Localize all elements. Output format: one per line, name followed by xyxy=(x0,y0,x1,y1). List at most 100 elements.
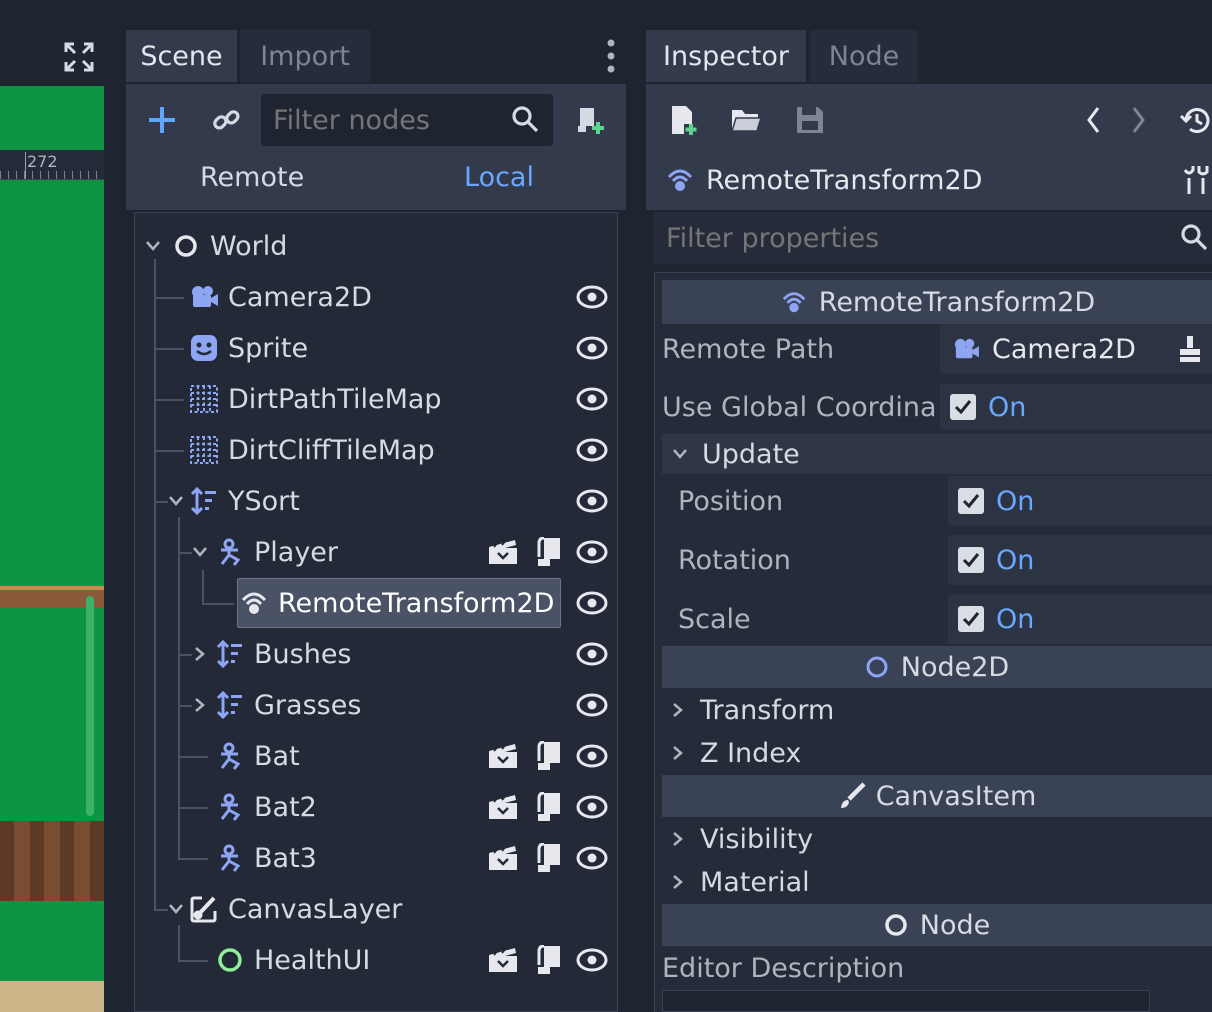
visibility-eye-icon[interactable] xyxy=(576,693,608,717)
dock-menu-icon[interactable] xyxy=(598,38,624,74)
tools-icon[interactable] xyxy=(1180,160,1212,200)
checkbox-state: On xyxy=(996,485,1035,517)
object-header: RemoteTransform2D xyxy=(664,160,1212,200)
open-scene-icon[interactable] xyxy=(488,539,518,565)
expand-chevron-icon[interactable] xyxy=(190,697,210,713)
visibility-eye-icon[interactable] xyxy=(576,285,608,309)
filter-nodes-field[interactable] xyxy=(261,94,553,146)
script-icon[interactable] xyxy=(536,843,562,873)
kinematic-body-icon xyxy=(214,842,246,874)
collapse-chevron-icon[interactable] xyxy=(166,903,186,915)
visibility-eye-icon[interactable] xyxy=(576,591,608,615)
remote-path-value[interactable]: Camera2D xyxy=(940,324,1212,374)
tab-inspector[interactable]: Inspector xyxy=(646,30,806,82)
link-icon[interactable] xyxy=(206,100,246,140)
tree-item-dirtclifftilemap[interactable]: DirtCliffTileMap xyxy=(188,425,608,475)
script-icon[interactable] xyxy=(536,741,562,771)
property-label: Remote Path xyxy=(662,333,835,365)
scale-checkbox[interactable]: On xyxy=(948,594,1212,644)
checkbox-checked-icon xyxy=(958,606,984,632)
clear-path-icon[interactable] xyxy=(1178,335,1202,363)
visibility-eye-icon[interactable] xyxy=(576,489,608,513)
visibility-eye-icon[interactable] xyxy=(576,795,608,819)
open-folder-icon[interactable] xyxy=(726,100,766,140)
save-icon[interactable] xyxy=(790,100,830,140)
visibility-eye-icon[interactable] xyxy=(576,744,608,768)
tree-item-label: Bat xyxy=(254,740,300,772)
editor-description-field[interactable] xyxy=(662,990,1150,1012)
tree-item-player[interactable]: Player xyxy=(190,527,608,577)
open-scene-icon[interactable] xyxy=(488,743,518,769)
group-visibility[interactable]: Visibility xyxy=(662,819,1212,859)
collapse-chevron-icon[interactable] xyxy=(166,495,186,507)
visibility-eye-icon[interactable] xyxy=(576,387,608,411)
tree-item-label: DirtPathTileMap xyxy=(228,383,442,415)
collapse-chevron-icon[interactable] xyxy=(142,240,164,252)
tab-import[interactable]: Import xyxy=(240,30,370,82)
ysort-icon xyxy=(214,689,246,721)
new-resource-icon[interactable] xyxy=(664,100,704,140)
group-material[interactable]: Material xyxy=(662,862,1212,902)
visibility-eye-icon[interactable] xyxy=(576,642,608,666)
group-zindex[interactable]: Z Index xyxy=(662,733,1212,773)
remote-path-text: Camera2D xyxy=(992,333,1136,365)
property-label: Editor Description xyxy=(662,952,905,984)
camera-icon xyxy=(188,281,220,313)
tab-node[interactable]: Node xyxy=(810,30,918,82)
use-global-checkbox[interactable]: On xyxy=(940,384,1212,430)
filter-properties-input[interactable] xyxy=(666,222,1166,254)
filter-properties-field[interactable] xyxy=(654,212,1212,264)
tree-item-label: CanvasLayer xyxy=(228,893,403,925)
group-transform[interactable]: Transform xyxy=(662,690,1212,730)
checkbox-state: On xyxy=(996,603,1035,635)
local-toggle[interactable]: Local xyxy=(464,162,534,193)
open-scene-icon[interactable] xyxy=(488,947,518,973)
remote-toggle[interactable]: Remote xyxy=(200,162,304,193)
tree-item-grasses[interactable]: Grasses xyxy=(190,680,608,730)
history-icon[interactable] xyxy=(1176,100,1212,140)
canvas-viewport[interactable] xyxy=(0,86,104,1012)
tree-item-bat2[interactable]: Bat2 xyxy=(214,782,608,832)
visibility-eye-icon[interactable] xyxy=(576,438,608,462)
tab-scene[interactable]: Scene xyxy=(126,30,237,82)
tree-item-healthui[interactable]: HealthUI xyxy=(214,935,608,985)
tree-item-bat[interactable]: Bat xyxy=(214,731,608,781)
tree-item-canvaslayer[interactable]: CanvasLayer xyxy=(166,884,608,934)
visibility-eye-icon[interactable] xyxy=(576,336,608,360)
script-icon[interactable] xyxy=(536,537,562,567)
tree-item-world[interactable]: World xyxy=(142,221,608,271)
add-node-icon[interactable] xyxy=(142,100,182,140)
visibility-eye-icon[interactable] xyxy=(576,846,608,870)
open-scene-icon[interactable] xyxy=(488,794,518,820)
tree-item-sprite[interactable]: Sprite xyxy=(188,323,608,373)
visibility-eye-icon[interactable] xyxy=(576,540,608,564)
position-checkbox[interactable]: On xyxy=(948,476,1212,526)
tree-item-bat3[interactable]: Bat3 xyxy=(214,833,608,883)
filter-nodes-input[interactable] xyxy=(273,104,503,136)
expand-chevron-icon[interactable] xyxy=(190,646,210,662)
tree-item-remotetransform2d[interactable]: RemoteTransform2D xyxy=(238,578,608,628)
expand-chevron-icon xyxy=(672,874,684,890)
group-update[interactable]: Update xyxy=(662,434,1212,474)
viewport-scrollbar[interactable] xyxy=(86,596,94,816)
history-forward-icon[interactable] xyxy=(1124,100,1154,140)
tree-item-label: HealthUI xyxy=(254,944,371,976)
rotation-checkbox[interactable]: On xyxy=(948,535,1212,585)
checkbox-checked-icon xyxy=(958,488,984,514)
checkbox-state: On xyxy=(988,391,1027,423)
history-back-icon[interactable] xyxy=(1078,100,1108,140)
tree-item-dirtpathtilemap[interactable]: DirtPathTileMap xyxy=(188,374,608,424)
tree-item-ysort[interactable]: YSort xyxy=(166,476,608,526)
fullscreen-icon[interactable] xyxy=(60,38,98,76)
visibility-eye-icon[interactable] xyxy=(576,948,608,972)
open-scene-icon[interactable] xyxy=(488,845,518,871)
tree-item-bushes[interactable]: Bushes xyxy=(190,629,608,679)
collapse-chevron-icon[interactable] xyxy=(190,546,210,558)
property-position: Position xyxy=(678,478,948,524)
attach-script-icon[interactable] xyxy=(570,100,610,140)
tree-item-camera2d[interactable]: Camera2D xyxy=(188,272,608,322)
script-icon[interactable] xyxy=(536,792,562,822)
script-icon[interactable] xyxy=(536,945,562,975)
kinematic-body-icon xyxy=(214,740,246,772)
checkbox-checked-icon xyxy=(958,547,984,573)
